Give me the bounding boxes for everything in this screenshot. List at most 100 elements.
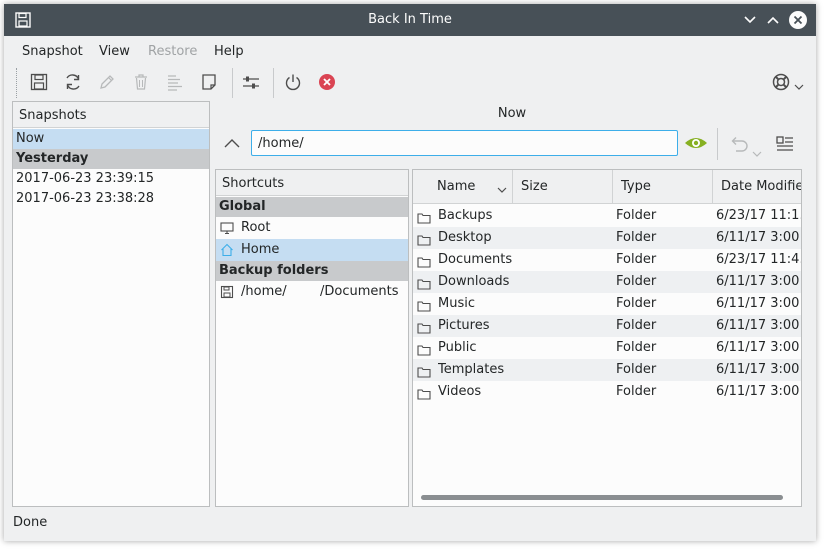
lifebuoy-icon <box>772 73 790 91</box>
snapshot-item[interactable]: 2017-06-23 23:38:28 <box>13 189 209 209</box>
file-type: Folder <box>616 318 657 333</box>
current-snapshot-label: Now <box>497 106 527 121</box>
chevron-down-icon[interactable] <box>794 80 804 95</box>
menu-help[interactable]: Help <box>214 44 244 59</box>
column-header-name[interactable]: Name <box>413 170 513 204</box>
view-list-icon <box>776 136 793 151</box>
file-list-header: Name Size Type Date Modified <box>413 170 801 204</box>
folder-icon <box>417 386 431 408</box>
folder-up-button[interactable] <box>222 134 242 156</box>
shutdown-button[interactable] <box>280 69 306 95</box>
menu-view[interactable]: View <box>99 44 130 59</box>
column-header-date[interactable]: Date Modified <box>713 170 801 204</box>
file-name: Videos <box>438 384 482 399</box>
file-date: 6/11/17 3:00 ... <box>716 230 801 245</box>
file-name: Desktop <box>438 230 492 245</box>
edit-name-button[interactable] <box>94 69 120 95</box>
column-header-type[interactable]: Type <box>613 170 713 204</box>
file-row[interactable]: Public Folder 6/11/17 3:00 ... <box>413 337 801 359</box>
help-lifebuoy-button[interactable] <box>768 69 794 95</box>
floppy-icon <box>220 285 234 307</box>
file-type: Folder <box>616 230 657 245</box>
restore-undo-button[interactable] <box>728 135 748 157</box>
file-name: Pictures <box>438 318 490 333</box>
trash-icon <box>135 74 147 90</box>
minimize-chevron-icon[interactable] <box>741 11 759 29</box>
maximize-chevron-icon[interactable] <box>764 11 782 29</box>
view-last-log-button[interactable] <box>196 69 222 95</box>
file-type: Folder <box>616 296 657 311</box>
toolbar-separator <box>232 68 233 98</box>
status-text: Done <box>13 515 48 530</box>
shortcuts-header[interactable]: Shortcuts <box>216 170 408 196</box>
file-list-panel: Name Size Type Date Modified Backups Fol… <box>412 169 802 507</box>
main-toolbar <box>4 64 816 100</box>
refresh-icon <box>66 74 80 90</box>
file-row[interactable]: Documents Folder 6/23/17 11:4... <box>413 249 801 271</box>
backup-folder-path: /home/ <box>241 284 287 299</box>
file-row[interactable]: Templates Folder 6/11/17 3:00 ... <box>413 359 801 381</box>
toolbar-separator <box>273 68 274 98</box>
snapshots-header[interactable]: Snapshots <box>13 102 209 128</box>
column-header-size[interactable]: Size <box>513 170 613 204</box>
file-date: 6/11/17 3:00 ... <box>716 296 801 311</box>
path-input[interactable]: /home/ <box>251 130 678 156</box>
backup-folder-subpath: /Documents <box>320 284 399 299</box>
menu-snapshot[interactable]: Snapshot <box>22 44 83 59</box>
refresh-button[interactable] <box>60 69 86 95</box>
file-date: 6/11/17 3:00 ... <box>716 318 801 333</box>
shortcut-home-label: Home <box>241 242 280 257</box>
file-row[interactable]: Pictures Folder 6/11/17 3:00 ... <box>413 315 801 337</box>
file-type: Folder <box>616 384 657 399</box>
pathbar-separator <box>717 128 718 160</box>
file-date: 6/11/17 3:00 ... <box>716 384 801 399</box>
view-log-button[interactable] <box>162 69 188 95</box>
title-bar[interactable]: Back In Time <box>4 4 816 36</box>
file-type: Folder <box>616 340 657 355</box>
remove-snapshot-button[interactable] <box>128 69 154 95</box>
snapshot-item[interactable]: 2017-06-23 23:39:15 <box>13 169 209 189</box>
note-icon <box>202 74 216 90</box>
settings-sliders-icon <box>243 76 259 89</box>
file-row[interactable]: Music Folder 6/11/17 3:00 ... <box>413 293 801 315</box>
view-mode-button[interactable] <box>775 134 795 158</box>
close-window-icon[interactable] <box>788 10 807 29</box>
column-name-label: Name <box>437 179 476 194</box>
edit-icon <box>100 75 114 89</box>
file-date: 6/23/17 11:1... <box>716 208 801 223</box>
file-row[interactable]: Downloads Folder 6/11/17 3:00 ... <box>413 271 801 293</box>
file-date: 6/11/17 3:00 ... <box>716 362 801 377</box>
take-snapshot-button[interactable] <box>26 69 52 95</box>
shortcuts-panel: Shortcuts Global Root Home Backup folder… <box>215 169 409 507</box>
file-name: Public <box>438 340 477 355</box>
shortcut-backup-folder[interactable]: /home/ /Documents <box>216 281 408 303</box>
shortcut-home[interactable]: Home <box>216 239 408 261</box>
file-row[interactable]: Desktop Folder 6/11/17 3:00 ... <box>413 227 801 249</box>
file-name: Templates <box>438 362 505 377</box>
exit-button[interactable] <box>314 69 340 95</box>
file-date: 6/11/17 3:00 ... <box>716 340 801 355</box>
settings-button[interactable] <box>238 69 264 95</box>
file-type: Folder <box>616 208 657 223</box>
file-type: Folder <box>616 252 657 267</box>
snapshot-now-item[interactable]: Now <box>13 129 209 149</box>
menu-restore[interactable]: Restore <box>148 44 197 59</box>
snapshots-panel: Snapshots Now Yesterday 2017-06-23 23:39… <box>12 101 210 507</box>
shortcut-root[interactable]: Root <box>216 217 408 239</box>
shortcuts-group-backup: Backup folders <box>216 261 408 281</box>
app-window: Back In Time Snapshot View Restore Help <box>4 4 816 541</box>
eye-icon <box>685 138 707 148</box>
snapshot-group-yesterday: Yesterday <box>13 149 209 169</box>
sort-chevron-icon <box>497 183 507 198</box>
file-name: Music <box>438 296 475 311</box>
show-hidden-button[interactable] <box>684 135 708 155</box>
toolbar-grip[interactable] <box>16 68 19 98</box>
menu-bar: Snapshot View Restore Help <box>4 36 816 64</box>
chevron-down-icon[interactable] <box>752 147 762 162</box>
file-row[interactable]: Backups Folder 6/23/17 11:1... <box>413 205 801 227</box>
log-icon <box>168 75 182 91</box>
file-row[interactable]: Videos Folder 6/11/17 3:00 ... <box>413 381 801 403</box>
horizontal-scrollbar[interactable] <box>421 495 783 500</box>
power-icon <box>285 74 301 91</box>
save-icon <box>30 73 48 91</box>
